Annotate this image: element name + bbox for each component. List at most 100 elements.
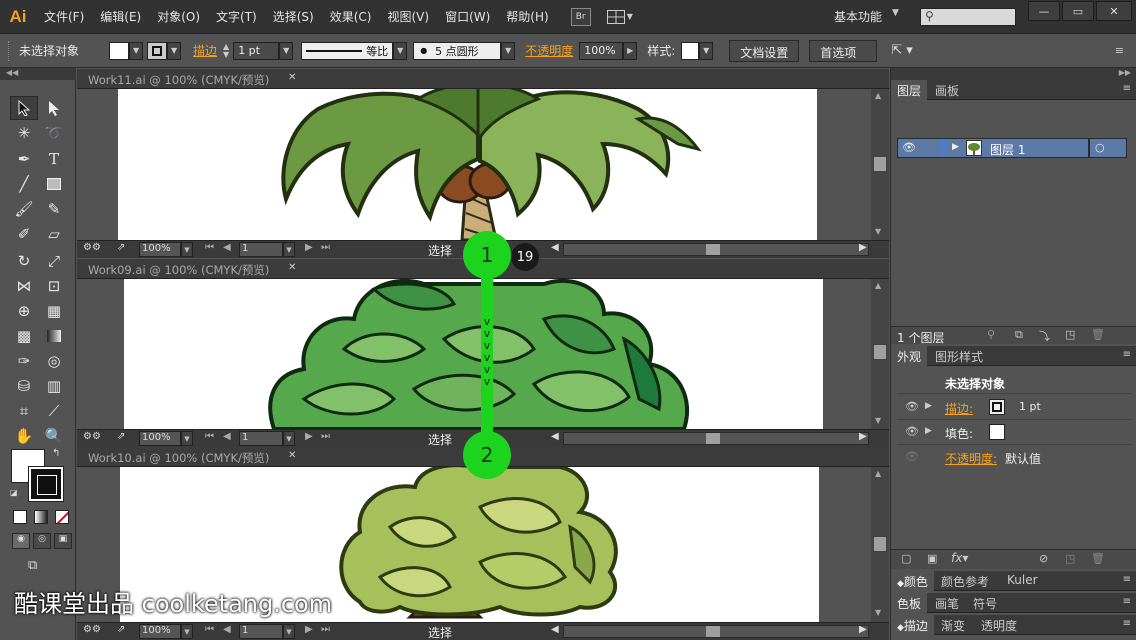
stroke-label[interactable]: 描边: <box>945 400 973 417</box>
chevron-down-icon[interactable]: ▼ <box>129 41 144 60</box>
swap-colors-icon[interactable]: ↰ <box>52 448 60 459</box>
menu-object[interactable]: 对象(O) <box>149 0 208 34</box>
tab-artboards[interactable]: 画板 <box>929 80 965 100</box>
layer-name[interactable]: 图层 1 <box>990 141 1025 158</box>
opacity-panel-link[interactable]: 不透明度 <box>525 42 573 59</box>
draw-normal-icon[interactable]: ◉ <box>12 533 30 549</box>
gradient-mode-icon[interactable] <box>34 510 48 524</box>
screen-mode-icon[interactable]: ⧉ <box>28 558 48 574</box>
tab-kuler[interactable]: Kuler <box>1001 571 1044 591</box>
next-artboard-icon[interactable]: ▶ <box>305 624 313 635</box>
blob-brush-tool-icon[interactable]: ✐ <box>10 222 38 246</box>
menu-view[interactable]: 视图(V) <box>379 0 437 34</box>
menu-window[interactable]: 窗口(W) <box>437 0 498 34</box>
stroke-color-swatch[interactable] <box>147 41 168 60</box>
symbol-sprayer-tool-icon[interactable]: ⛁ <box>10 374 38 398</box>
tab-gradient[interactable]: 渐变 <box>935 615 971 635</box>
document-setup-button[interactable]: 文档设置 <box>729 39 800 62</box>
tab-graphic-styles[interactable]: 图形样式 <box>929 346 989 366</box>
tab-brushes[interactable]: 画笔 <box>929 593 965 613</box>
next-artboard-icon[interactable]: ▶ <box>305 242 313 253</box>
scroll-left-icon[interactable]: ◀ <box>551 242 559 253</box>
artboard-tool-icon[interactable]: ⌗ <box>10 399 38 423</box>
share-icon[interactable]: ⇗ <box>117 624 125 635</box>
line-tool-icon[interactable]: ╱ <box>10 172 38 196</box>
first-artboard-icon[interactable]: ⏮ <box>205 624 214 635</box>
last-artboard-icon[interactable]: ⏭ <box>321 624 330 635</box>
tab-symbols[interactable]: 符号 <box>967 593 1003 613</box>
panel-menu-icon[interactable]: ≡ <box>1123 574 1131 585</box>
chevron-down-icon[interactable]: ▼ <box>181 242 193 257</box>
add-new-fill-icon[interactable]: ▣ <box>927 552 937 565</box>
restore-button[interactable]: ▭ <box>1062 1 1094 21</box>
chevron-down-icon[interactable]: ▼ <box>181 431 193 446</box>
blend-tool-icon[interactable]: ◎ <box>40 349 68 373</box>
delete-icon[interactable]: 🗑 <box>1091 328 1105 341</box>
opacity-label[interactable]: 不透明度: <box>945 450 997 467</box>
menu-select[interactable]: 选择(S) <box>265 0 322 34</box>
tab-layers[interactable]: 图层 <box>891 80 928 100</box>
zoom-field[interactable]: 100% <box>139 624 181 639</box>
chevron-down-icon[interactable]: ▼ <box>279 41 294 60</box>
scroll-thumb[interactable] <box>874 345 886 359</box>
scroll-thumb[interactable] <box>706 244 720 255</box>
lasso-tool-icon[interactable]: ➰ <box>40 121 68 145</box>
menu-type[interactable]: 文字(T) <box>208 0 265 34</box>
close-icon[interactable]: ✕ <box>288 450 296 461</box>
status-mode[interactable]: 选择 <box>428 242 452 259</box>
appearance-opacity-row[interactable]: 👁 不透明度: 默认值 <box>897 446 1131 470</box>
fill-color-swatch[interactable] <box>109 41 130 60</box>
scroll-right-icon[interactable]: ▶ <box>859 431 867 442</box>
vertical-scrollbar[interactable]: ▲ ▼ <box>871 279 889 429</box>
canvas-area[interactable] <box>77 89 871 240</box>
magic-wand-tool-icon[interactable]: ✳ <box>10 121 38 145</box>
column-graph-tool-icon[interactable]: ▥ <box>40 374 68 398</box>
panel-menu-icon[interactable]: ≡ <box>1123 596 1131 607</box>
chevron-down-icon[interactable]: ▼ <box>501 41 516 60</box>
delete-icon[interactable]: 🗑 <box>1091 552 1105 565</box>
menu-edit[interactable]: 编辑(E) <box>92 0 149 34</box>
scroll-thumb[interactable] <box>874 157 886 171</box>
vertical-scrollbar[interactable]: ▲ ▼ <box>871 467 889 622</box>
search-icon[interactable]: ⚲ <box>987 328 995 341</box>
doc-tab-work11[interactable]: Work11.ai @ 100% (CMYK/预览) ✕ <box>77 69 889 89</box>
tab-appearance[interactable]: 外观 <box>891 346 928 366</box>
rectangle-tool-icon[interactable] <box>40 172 68 196</box>
bridge-button[interactable]: Br <box>570 7 591 26</box>
chevron-down-icon[interactable]: ▼ <box>892 8 899 18</box>
opacity-field[interactable]: 100% <box>579 41 624 60</box>
minimize-button[interactable]: — <box>1028 1 1060 21</box>
search-input[interactable]: ⚲ <box>920 8 1016 26</box>
shape-builder-tool-icon[interactable]: ⊕ <box>10 299 38 323</box>
new-layer-icon[interactable]: ◳ <box>1065 328 1075 341</box>
layer-row[interactable]: 👁 ▶ 图层 1 <box>897 138 1089 158</box>
chevron-down-icon[interactable]: ▼ <box>393 41 408 60</box>
expand-triangle-icon[interactable]: ▶ <box>952 142 959 152</box>
menu-file[interactable]: 文件(F) <box>36 0 92 34</box>
eye-icon[interactable]: 👁 <box>905 425 919 438</box>
expand-triangle-icon[interactable]: ▶ <box>925 426 932 436</box>
graphic-style-swatch[interactable] <box>681 41 700 60</box>
next-artboard-icon[interactable]: ▶ <box>305 431 313 442</box>
share-icon[interactable]: ⇗ <box>117 242 125 253</box>
close-icon[interactable]: ✕ <box>288 72 296 83</box>
chevron-down-icon[interactable]: ▼ <box>283 242 295 257</box>
chevron-down-icon[interactable]: ▼ <box>699 41 714 60</box>
width-tool-icon[interactable]: ⋈ <box>10 274 38 298</box>
eyedropper-tool-icon[interactable]: ✑ <box>10 349 38 373</box>
selection-tool-icon[interactable] <box>10 96 38 120</box>
previous-artboard-icon[interactable]: ◀ <box>223 242 231 253</box>
scroll-right-icon[interactable]: ▶ <box>859 624 867 635</box>
tab-transparency[interactable]: 透明度 <box>975 615 1023 635</box>
artboard-number-field[interactable]: 1 <box>239 431 283 446</box>
chevron-down-icon[interactable]: ▼ <box>283 431 295 446</box>
zoom-field[interactable]: 100% <box>139 431 181 446</box>
target-circle-icon[interactable]: ○ <box>1095 141 1105 154</box>
close-icon[interactable]: ✕ <box>288 262 296 273</box>
last-artboard-icon[interactable]: ⏭ <box>321 431 330 442</box>
eye-icon[interactable]: 👁 <box>905 400 919 413</box>
color-mode-icon[interactable] <box>13 510 27 524</box>
scroll-thumb[interactable] <box>874 537 886 551</box>
scale-tool-icon[interactable]: ⤢ <box>40 249 68 273</box>
default-colors-icon[interactable]: ◪ <box>10 488 18 497</box>
